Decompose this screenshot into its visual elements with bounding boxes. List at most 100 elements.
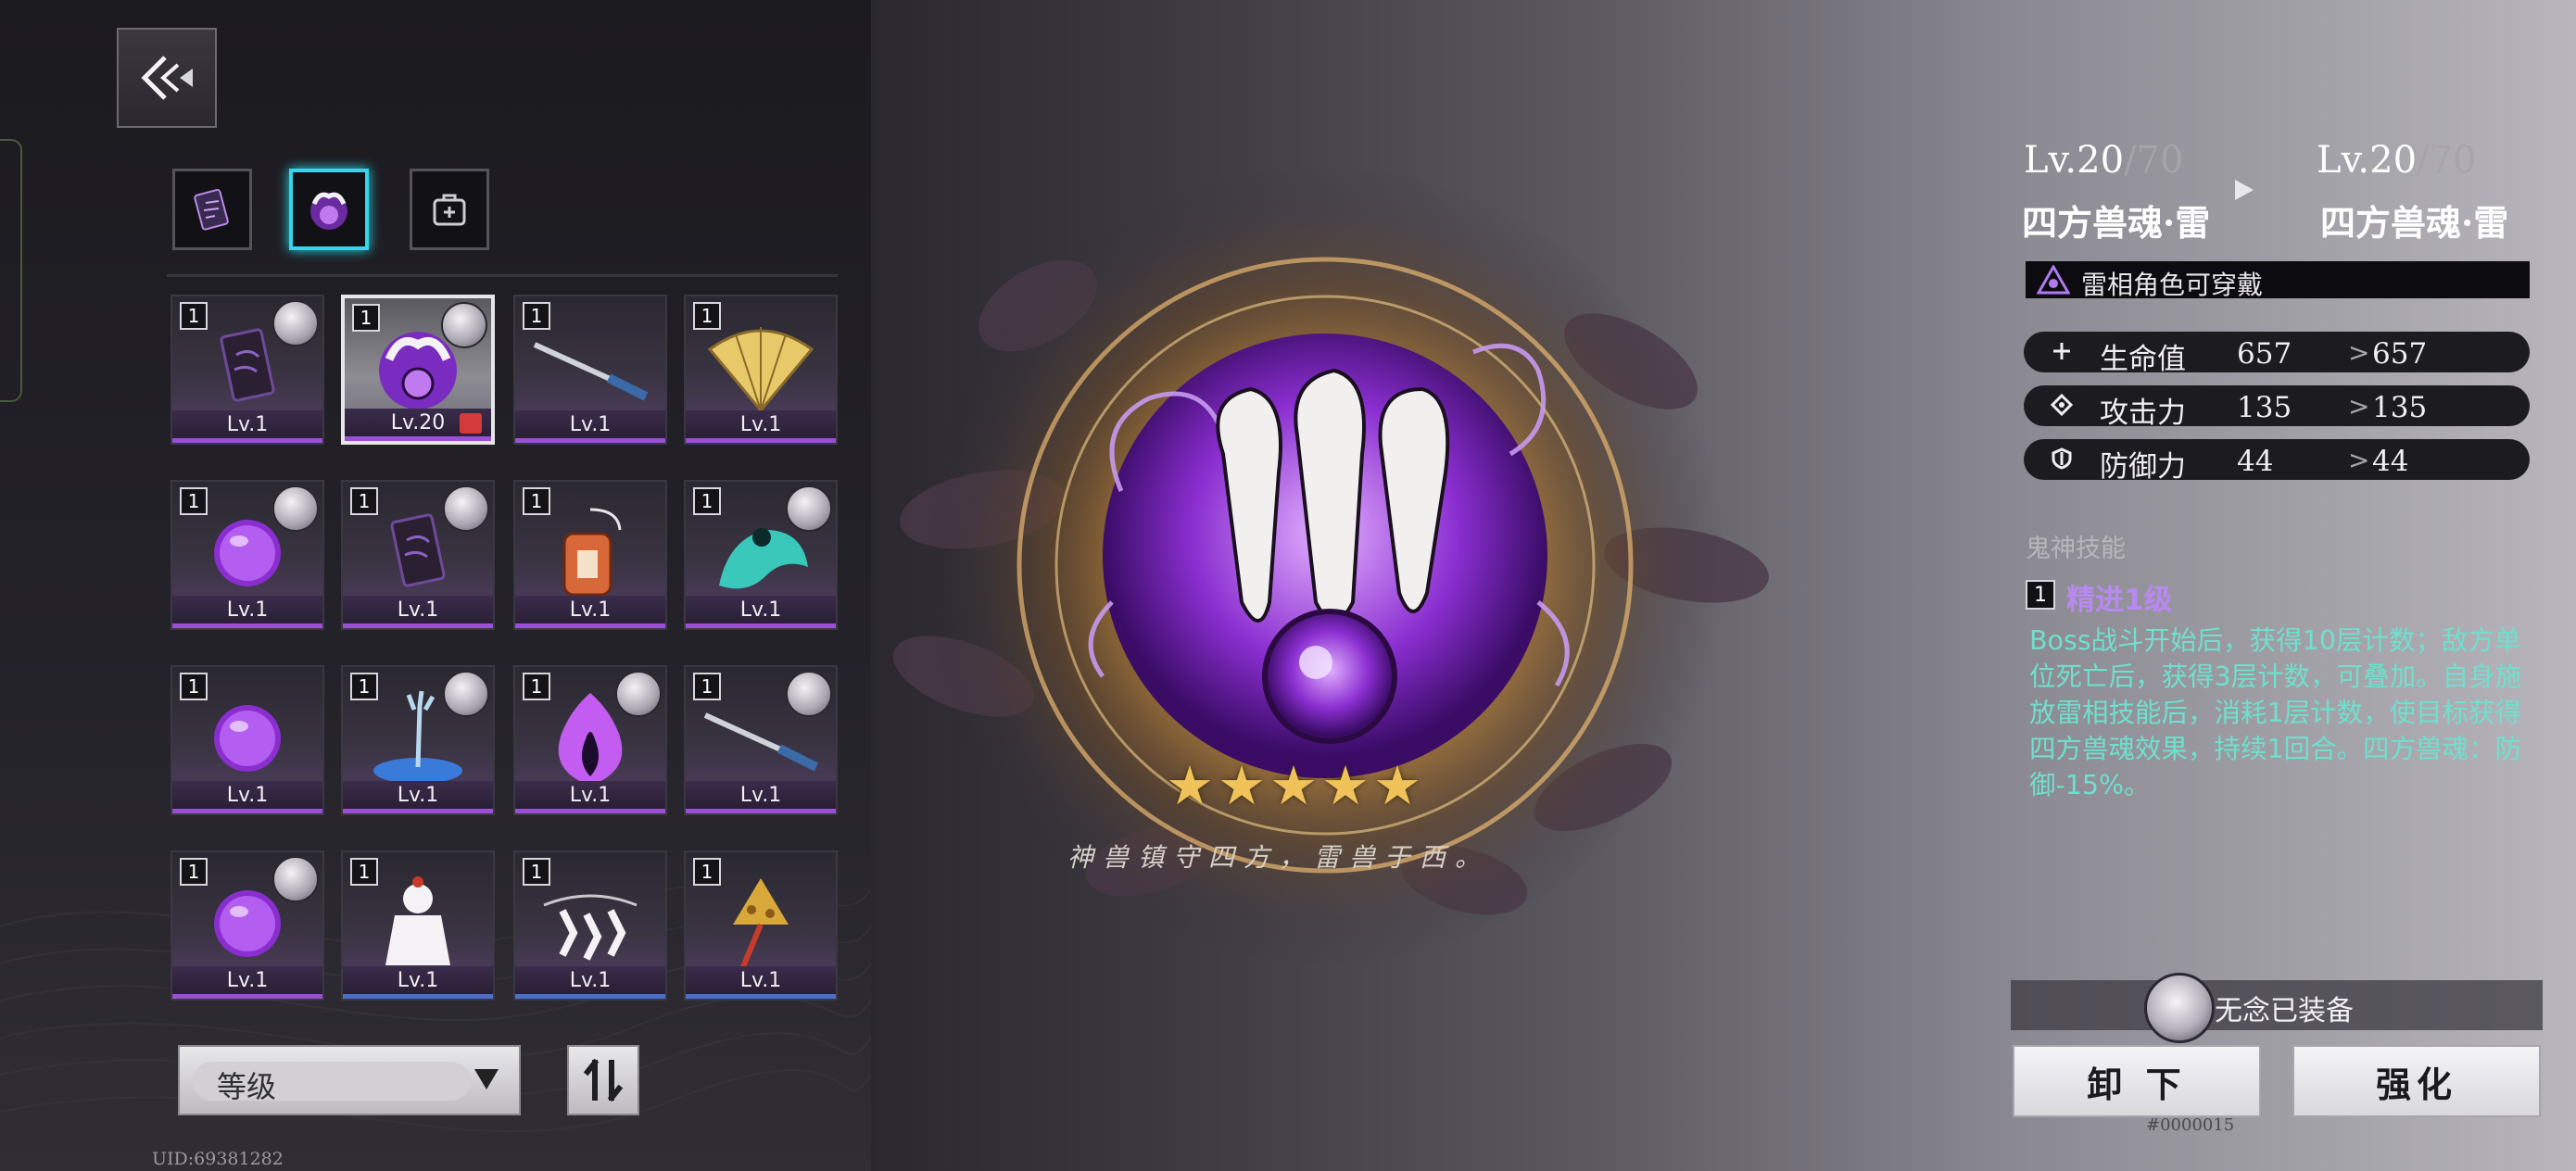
item-level: Lv.1 [686, 781, 836, 813]
bag-icon [433, 194, 466, 226]
beast-soul-artwork [892, 167, 1769, 963]
equipped-status: 无念已装备 [2011, 980, 2543, 1030]
side-edge-tab[interactable] [0, 139, 22, 402]
avatar [786, 485, 832, 532]
item-card[interactable]: 1 Lv.1 [513, 295, 667, 445]
item-level: Lv.1 [343, 781, 493, 813]
item-card[interactable]: 1 Lv.1 [684, 295, 838, 445]
sort-dropdown[interactable]: 等级 [178, 1045, 521, 1115]
item-level: Lv.1 [515, 966, 665, 999]
item-card[interactable]: 1 Lv.1 [170, 665, 324, 815]
item-level: Lv.1 [172, 966, 322, 999]
avatar [272, 856, 319, 902]
talisman-icon [194, 188, 229, 231]
star-icon: ★ [1321, 754, 1370, 817]
item-art [515, 508, 665, 597]
star-icon: ★ [1269, 754, 1318, 817]
item-level: Lv.1 [343, 966, 493, 999]
beast-soul-icon [310, 192, 347, 230]
item-level: Lv.1 [172, 410, 322, 443]
arrow-right-icon [2235, 180, 2254, 200]
avatar [441, 302, 487, 348]
skill-description: Boss战斗开始后，获得10层计数；敌方单位死亡后，获得3层计数，可叠加。自身施… [2029, 625, 2522, 800]
sort-order-button[interactable] [567, 1045, 639, 1115]
stat-hp: 生命值 657 > 657 [2024, 332, 2530, 376]
rarity-stars: ★ ★ ★ ★ ★ [1166, 758, 1421, 813]
item-level: Lv.1 [172, 781, 322, 813]
item-level: Lv.1 [172, 596, 322, 628]
item-level: Lv.1 [686, 410, 836, 443]
current-name: 四方兽魂·雷 [2022, 202, 2211, 244]
skill-level-badge: 1 [2026, 580, 2055, 610]
back-chevron-icon [141, 56, 193, 100]
sort-label: 等级 [217, 1069, 277, 1104]
item-level: Lv.1 [343, 596, 493, 628]
item-card[interactable]: 1 Lv.1 [170, 480, 324, 630]
refine-badge: 1 [350, 673, 378, 700]
avatar [443, 671, 489, 717]
skill-header: 鬼神技能 [2026, 535, 2126, 563]
refine-badge: 1 [180, 673, 208, 700]
item-card[interactable]: 1 Lv.1 [170, 295, 324, 445]
item-card[interactable]: 1 Lv.1 [341, 850, 495, 1001]
item-art [515, 324, 665, 411]
avatar [443, 485, 489, 532]
stat-attack: 攻击力 135 > 135 [2024, 385, 2530, 430]
lock-icon [460, 413, 482, 434]
item-card[interactable]: 1 Lv.1 [684, 480, 838, 630]
back-button[interactable] [117, 28, 217, 128]
item-art [686, 324, 836, 413]
item-card[interactable]: 1 Lv.1 [170, 850, 324, 1001]
item-card[interactable]: 1 Lv.1 [341, 665, 495, 815]
flavor-text: 神兽镇守四方，雷兽于西。 [1067, 842, 1490, 873]
refine-badge: 1 [693, 302, 721, 330]
star-icon: ★ [1166, 754, 1214, 817]
enhance-button[interactable]: 强化 [2292, 1045, 2541, 1117]
tab-talisman[interactable] [172, 169, 252, 250]
refine-badge: 1 [523, 487, 550, 515]
refine-badge: 1 [523, 302, 550, 330]
avatar [272, 300, 319, 346]
item-card[interactable]: 1 Lv.1 [513, 480, 667, 630]
refine-badge: 1 [693, 858, 721, 886]
current-level: Lv.20/70 [2024, 139, 2184, 182]
serial-number: #0000015 [2146, 1115, 2235, 1135]
refine-badge: 1 [350, 858, 378, 886]
stat-defense: 防御力 44 > 44 [2024, 439, 2530, 484]
element-requirement: 雷相角色可穿戴 [2026, 261, 2530, 300]
item-level: Lv.1 [515, 596, 665, 628]
item-art [515, 880, 665, 967]
unequip-button[interactable]: 卸 下 [2013, 1045, 2261, 1117]
item-art [686, 878, 836, 971]
item-level: Lv.1 [515, 410, 665, 443]
item-level: Lv.1 [686, 966, 836, 999]
tab-bag[interactable] [410, 169, 489, 250]
refine-badge: 1 [523, 858, 550, 886]
star-icon: ★ [1218, 754, 1266, 817]
next-level: Lv.20/70 [2317, 139, 2477, 182]
refine-badge: 1 [180, 487, 208, 515]
item-art [172, 695, 322, 782]
item-card[interactable]: 1 Lv.1 [341, 480, 495, 630]
refine-badge: 1 [693, 673, 721, 700]
refine-badge: 1 [523, 673, 550, 700]
item-card[interactable]: 1 Lv.1 [513, 850, 667, 1001]
refine-badge: 1 [352, 304, 380, 332]
avatar [272, 485, 319, 532]
item-card[interactable]: 1 Lv.20 [341, 295, 495, 445]
item-level: Lv.1 [686, 596, 836, 628]
next-name: 四方兽魂·雷 [2320, 202, 2509, 244]
attack-icon [2050, 393, 2074, 417]
star-icon: ★ [1373, 754, 1421, 817]
item-card[interactable]: 1 Lv.1 [684, 850, 838, 1001]
thunder-element-icon [2037, 265, 2070, 295]
chevron-down-icon [474, 1069, 499, 1089]
sort-order-icon [583, 1058, 624, 1102]
avatar [786, 671, 832, 717]
item-card[interactable]: 1 Lv.1 [513, 665, 667, 815]
tab-beast-soul[interactable] [289, 169, 369, 250]
item-card[interactable]: 1 Lv.1 [684, 665, 838, 815]
avatar [615, 671, 662, 717]
shield-icon [2050, 447, 2074, 471]
tab-divider [167, 274, 838, 277]
